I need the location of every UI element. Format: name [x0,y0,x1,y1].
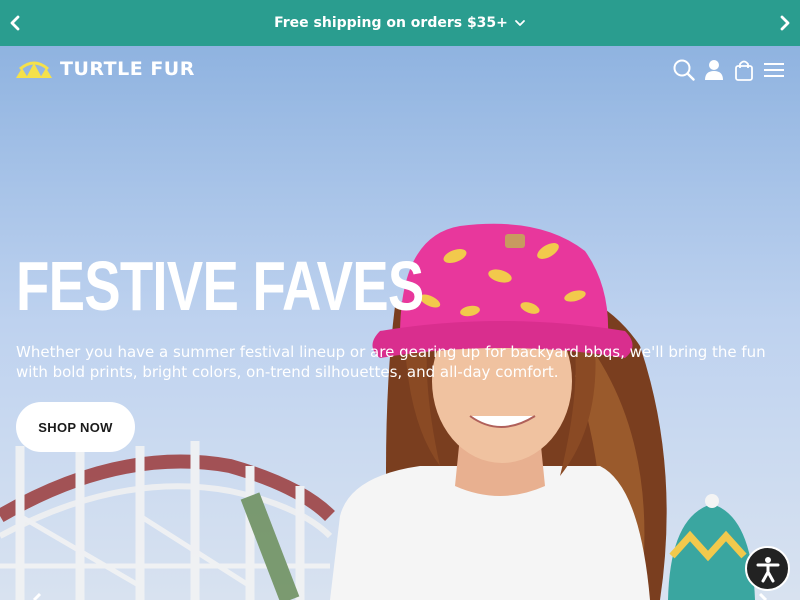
hero-banner: TURTLE FUR FESTIVE FAVES Whether you hav… [0,46,800,600]
announcement-next-button[interactable] [770,0,800,46]
announcement-message[interactable]: Free shipping on orders $35+ [274,15,526,31]
hero-description: Whether you have a summer festival lineu… [16,343,766,381]
account-icon [705,60,723,80]
search-icon [673,59,695,81]
hero-title: FESTIVE FAVES [16,247,424,325]
announcement-bar: Free shipping on orders $35+ [0,0,800,46]
accessibility-icon [756,556,779,582]
menu-icon [764,63,784,77]
account-button[interactable] [702,58,726,82]
header-actions [672,58,786,82]
accessibility-button[interactable] [745,546,790,591]
chevron-down-icon [515,20,525,26]
brand-name: TURTLE FUR [60,58,195,80]
turtle-shell-icon [16,61,52,78]
shop-now-button[interactable]: SHOP NOW [16,402,135,452]
chevron-left-icon [10,15,20,31]
announcement-prev-button[interactable] [0,0,30,46]
cart-icon [735,60,753,81]
cart-button[interactable] [732,58,756,82]
search-button[interactable] [672,58,696,82]
menu-button[interactable] [762,58,786,82]
chevron-right-icon [780,15,790,31]
brand-logo[interactable]: TURTLE FUR [14,58,195,80]
announcement-text: Free shipping on orders $35+ [274,15,508,31]
